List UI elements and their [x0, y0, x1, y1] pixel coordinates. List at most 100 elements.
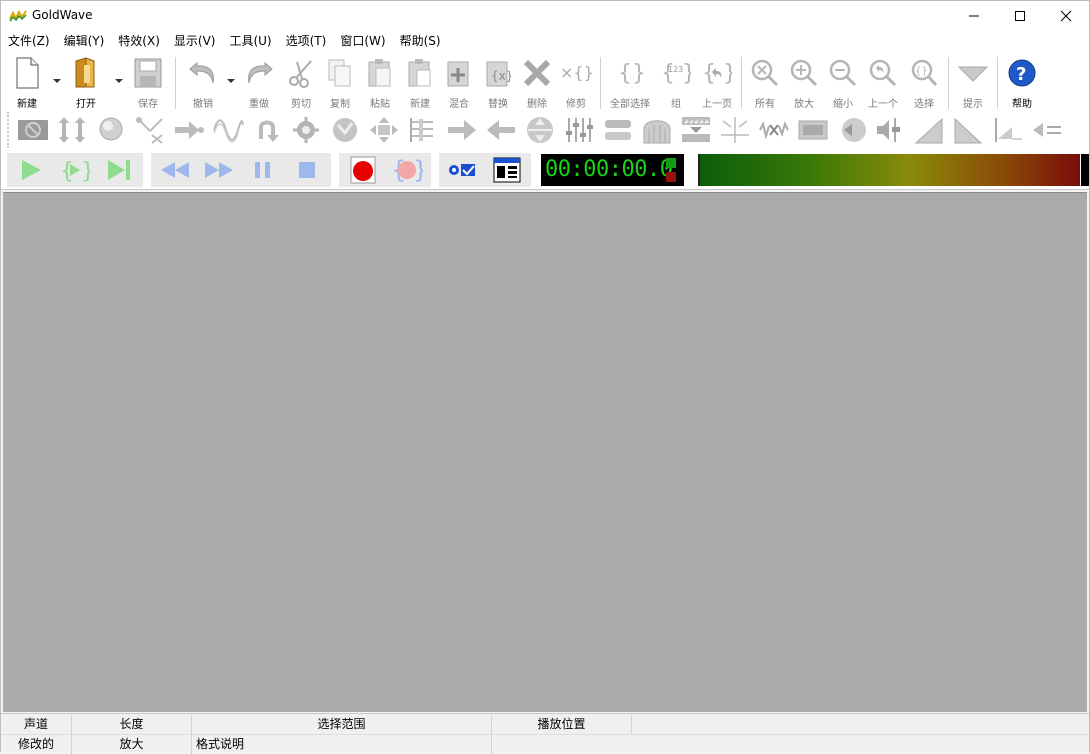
svg-text:?: ?	[1016, 64, 1026, 85]
title-bar[interactable]: GoldWave	[1, 1, 1089, 31]
flanger-button[interactable]	[208, 113, 247, 147]
minimize-button[interactable]	[951, 1, 997, 31]
parametric-eq-button[interactable]	[403, 113, 442, 147]
save-icon	[134, 58, 162, 88]
time-warp-button[interactable]: ######	[676, 113, 715, 147]
play-selection-button[interactable]: {}	[53, 154, 97, 186]
filter-button[interactable]	[793, 113, 832, 147]
mix-icon	[447, 61, 469, 87]
equalizer-button[interactable]	[559, 113, 598, 147]
menu-help[interactable]: 帮助(S)	[393, 31, 448, 52]
mix-button[interactable]: 混合	[440, 55, 478, 111]
redo-button[interactable]: 重做	[236, 55, 282, 111]
invert-button[interactable]	[247, 113, 286, 147]
reverse-button[interactable]	[481, 113, 520, 147]
menu-edit[interactable]: 编辑(Y)	[57, 31, 112, 52]
pop-click-button[interactable]	[715, 113, 754, 147]
undo-dropdown-arrow[interactable]	[227, 79, 235, 83]
spatial-button[interactable]	[637, 113, 676, 147]
device-controls-icon	[449, 164, 475, 176]
playback-rate-button[interactable]	[598, 113, 637, 147]
redo-label: 重做	[249, 99, 269, 110]
menu-options[interactable]: 选项(T)	[279, 31, 334, 52]
record-indicator-led	[666, 172, 676, 182]
match-volume-button[interactable]	[1027, 113, 1066, 147]
help-button[interactable]: ? 帮助	[1002, 55, 1042, 111]
volume-shape-button[interactable]	[988, 113, 1027, 147]
copy-button[interactable]: 复制	[320, 55, 360, 111]
volume-button[interactable]	[832, 113, 871, 147]
pause-button[interactable]	[241, 154, 285, 186]
noise-reduction-icon	[332, 118, 357, 142]
fade-out-button[interactable]	[949, 113, 988, 147]
menu-view[interactable]: 显示(V)	[167, 31, 223, 52]
help-icon: ?	[1008, 59, 1036, 87]
doppler-button[interactable]	[91, 113, 130, 147]
menu-tools[interactable]: 工具(U)	[222, 31, 278, 52]
stop-button[interactable]	[285, 154, 329, 186]
zoom-in-button[interactable]: 放大	[784, 55, 824, 111]
group-icon: { }123	[661, 61, 691, 86]
open-button[interactable]: 打开	[55, 55, 117, 111]
previous-page-button[interactable]: { } 上一页	[697, 55, 737, 111]
resample-icon	[526, 117, 553, 143]
menu-effects[interactable]: 特效(X)	[111, 31, 167, 52]
zoom-selection-button[interactable]: {} 选择	[904, 55, 944, 111]
window-properties-button[interactable]	[485, 154, 529, 186]
record-selection-button[interactable]: {}	[385, 154, 429, 186]
effects-toolbar: ######	[7, 112, 1066, 148]
undo-button[interactable]: 撤销	[180, 55, 226, 111]
delete-icon	[523, 59, 551, 87]
dynamics-button[interactable]	[130, 113, 169, 147]
open-dropdown-arrow[interactable]	[115, 79, 123, 83]
trim-label: 修剪	[566, 99, 586, 110]
close-button[interactable]	[1043, 1, 1089, 31]
zoom-previous-button[interactable]: 上一个	[862, 55, 904, 111]
svg-text:{}: {}	[618, 61, 643, 86]
select-all-button[interactable]: {} 全部选择	[605, 55, 655, 111]
cut-button[interactable]: 剪切	[282, 55, 320, 111]
delete-button[interactable]: 删除	[518, 55, 556, 111]
cue-button[interactable]: 提示	[953, 55, 993, 111]
record-button[interactable]	[341, 154, 385, 186]
paste-new-button[interactable]: 新建	[400, 55, 440, 111]
volume-adjust-button[interactable]	[871, 113, 910, 147]
zoom-out-button[interactable]: 缩小	[824, 55, 862, 111]
compressor-button[interactable]	[52, 113, 91, 147]
parametric-eq-icon	[409, 118, 433, 142]
mechanize-button[interactable]	[286, 113, 325, 147]
fast-forward-button[interactable]	[197, 154, 241, 186]
new-button[interactable]: 新建	[5, 55, 49, 111]
time-display: 00:00:00.0	[541, 154, 684, 186]
play-to-end-button[interactable]	[97, 154, 141, 186]
status-format: 格式说明	[192, 735, 492, 754]
resample-button[interactable]	[520, 113, 559, 147]
maximize-button[interactable]	[997, 1, 1043, 31]
replace-button[interactable]: {x} 替换	[478, 55, 518, 111]
menu-window[interactable]: 窗口(W)	[333, 31, 392, 52]
zoom-in-label: 放大	[794, 99, 814, 110]
noise-reduction-button[interactable]	[325, 113, 364, 147]
save-button[interactable]: 保存	[125, 55, 171, 111]
svg-text:{x}: {x}	[491, 69, 511, 83]
zoom-previous-label: 上一个	[868, 99, 898, 110]
trim-button[interactable]: ×{}× 修剪	[556, 55, 596, 111]
menu-file[interactable]: 文件(Z)	[1, 31, 57, 52]
device-controls-button[interactable]	[441, 154, 485, 186]
workspace-area[interactable]	[3, 192, 1087, 712]
fade-in-button[interactable]	[910, 113, 949, 147]
silence-reduction-button[interactable]	[754, 113, 793, 147]
echo-button[interactable]	[169, 113, 208, 147]
copy-label: 复制	[330, 99, 350, 110]
play-button[interactable]	[9, 154, 53, 186]
auto-gain-button[interactable]	[13, 113, 52, 147]
close-icon	[1060, 10, 1072, 22]
group-button[interactable]: { }123 组	[655, 55, 697, 111]
copy-icon	[328, 59, 351, 87]
status-modified: 修改的	[1, 735, 72, 754]
rewind-button[interactable]	[153, 154, 197, 186]
offset-button[interactable]	[364, 113, 403, 147]
paste-button[interactable]: 粘贴	[360, 55, 400, 111]
zoom-all-button[interactable]: 所有	[746, 55, 784, 111]
pitch-button[interactable]	[442, 113, 481, 147]
